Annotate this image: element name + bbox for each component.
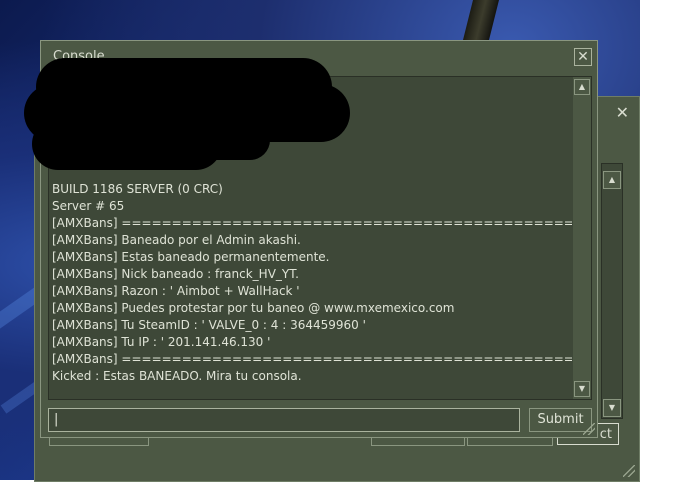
close-icon[interactable]: ✕ bbox=[616, 103, 629, 122]
scroll-up-icon[interactable]: ▲ bbox=[574, 79, 590, 95]
console-line: [AMXBans] Puedes protestar por tu baneo … bbox=[52, 301, 455, 315]
console-scrollbar[interactable]: ▲ ▼ bbox=[573, 77, 591, 399]
console-line: Server # 65 bbox=[52, 199, 125, 213]
resize-grip-icon[interactable] bbox=[623, 465, 635, 477]
console-line: [AMXBans] Baneado por el Admin akashi. bbox=[52, 233, 301, 247]
command-input[interactable]: | bbox=[48, 408, 520, 432]
console-line: Kicked : Estas BANEADO. Mira tu consola. bbox=[52, 369, 302, 383]
scroll-up-button[interactable]: ▲ bbox=[603, 171, 621, 189]
redaction-mark bbox=[160, 120, 270, 160]
console-line: [AMXBans] ==============================… bbox=[52, 216, 572, 230]
scroll-down-icon[interactable]: ▼ bbox=[574, 381, 590, 397]
console-line: BUILD 1186 SERVER (0 CRC) bbox=[52, 182, 223, 196]
resize-grip-icon[interactable] bbox=[583, 423, 595, 435]
console-line: [AMXBans] Razon : ' Aimbot + WallHack ' bbox=[52, 284, 300, 298]
close-button[interactable]: ✕ bbox=[574, 48, 592, 66]
list-panel bbox=[601, 163, 623, 419]
scroll-down-button[interactable]: ▼ bbox=[603, 399, 621, 417]
weapon-silhouette bbox=[463, 0, 499, 40]
console-line: [AMXBans] Tu SteamID : ' VALVE_0 : 4 : 3… bbox=[52, 318, 366, 332]
console-line: [AMXBans] Estas baneado permanentemente. bbox=[52, 250, 330, 264]
console-line: [AMXBans] Tu IP : ' 201.141.46.130 ' bbox=[52, 335, 271, 349]
console-lines: BUILD 1186 SERVER (0 CRC) Server # 65 [A… bbox=[52, 181, 572, 385]
console-line: [AMXBans] ==============================… bbox=[52, 352, 572, 366]
console-line: [AMXBans] Nick baneado : franck_HV_YT. bbox=[52, 267, 299, 281]
